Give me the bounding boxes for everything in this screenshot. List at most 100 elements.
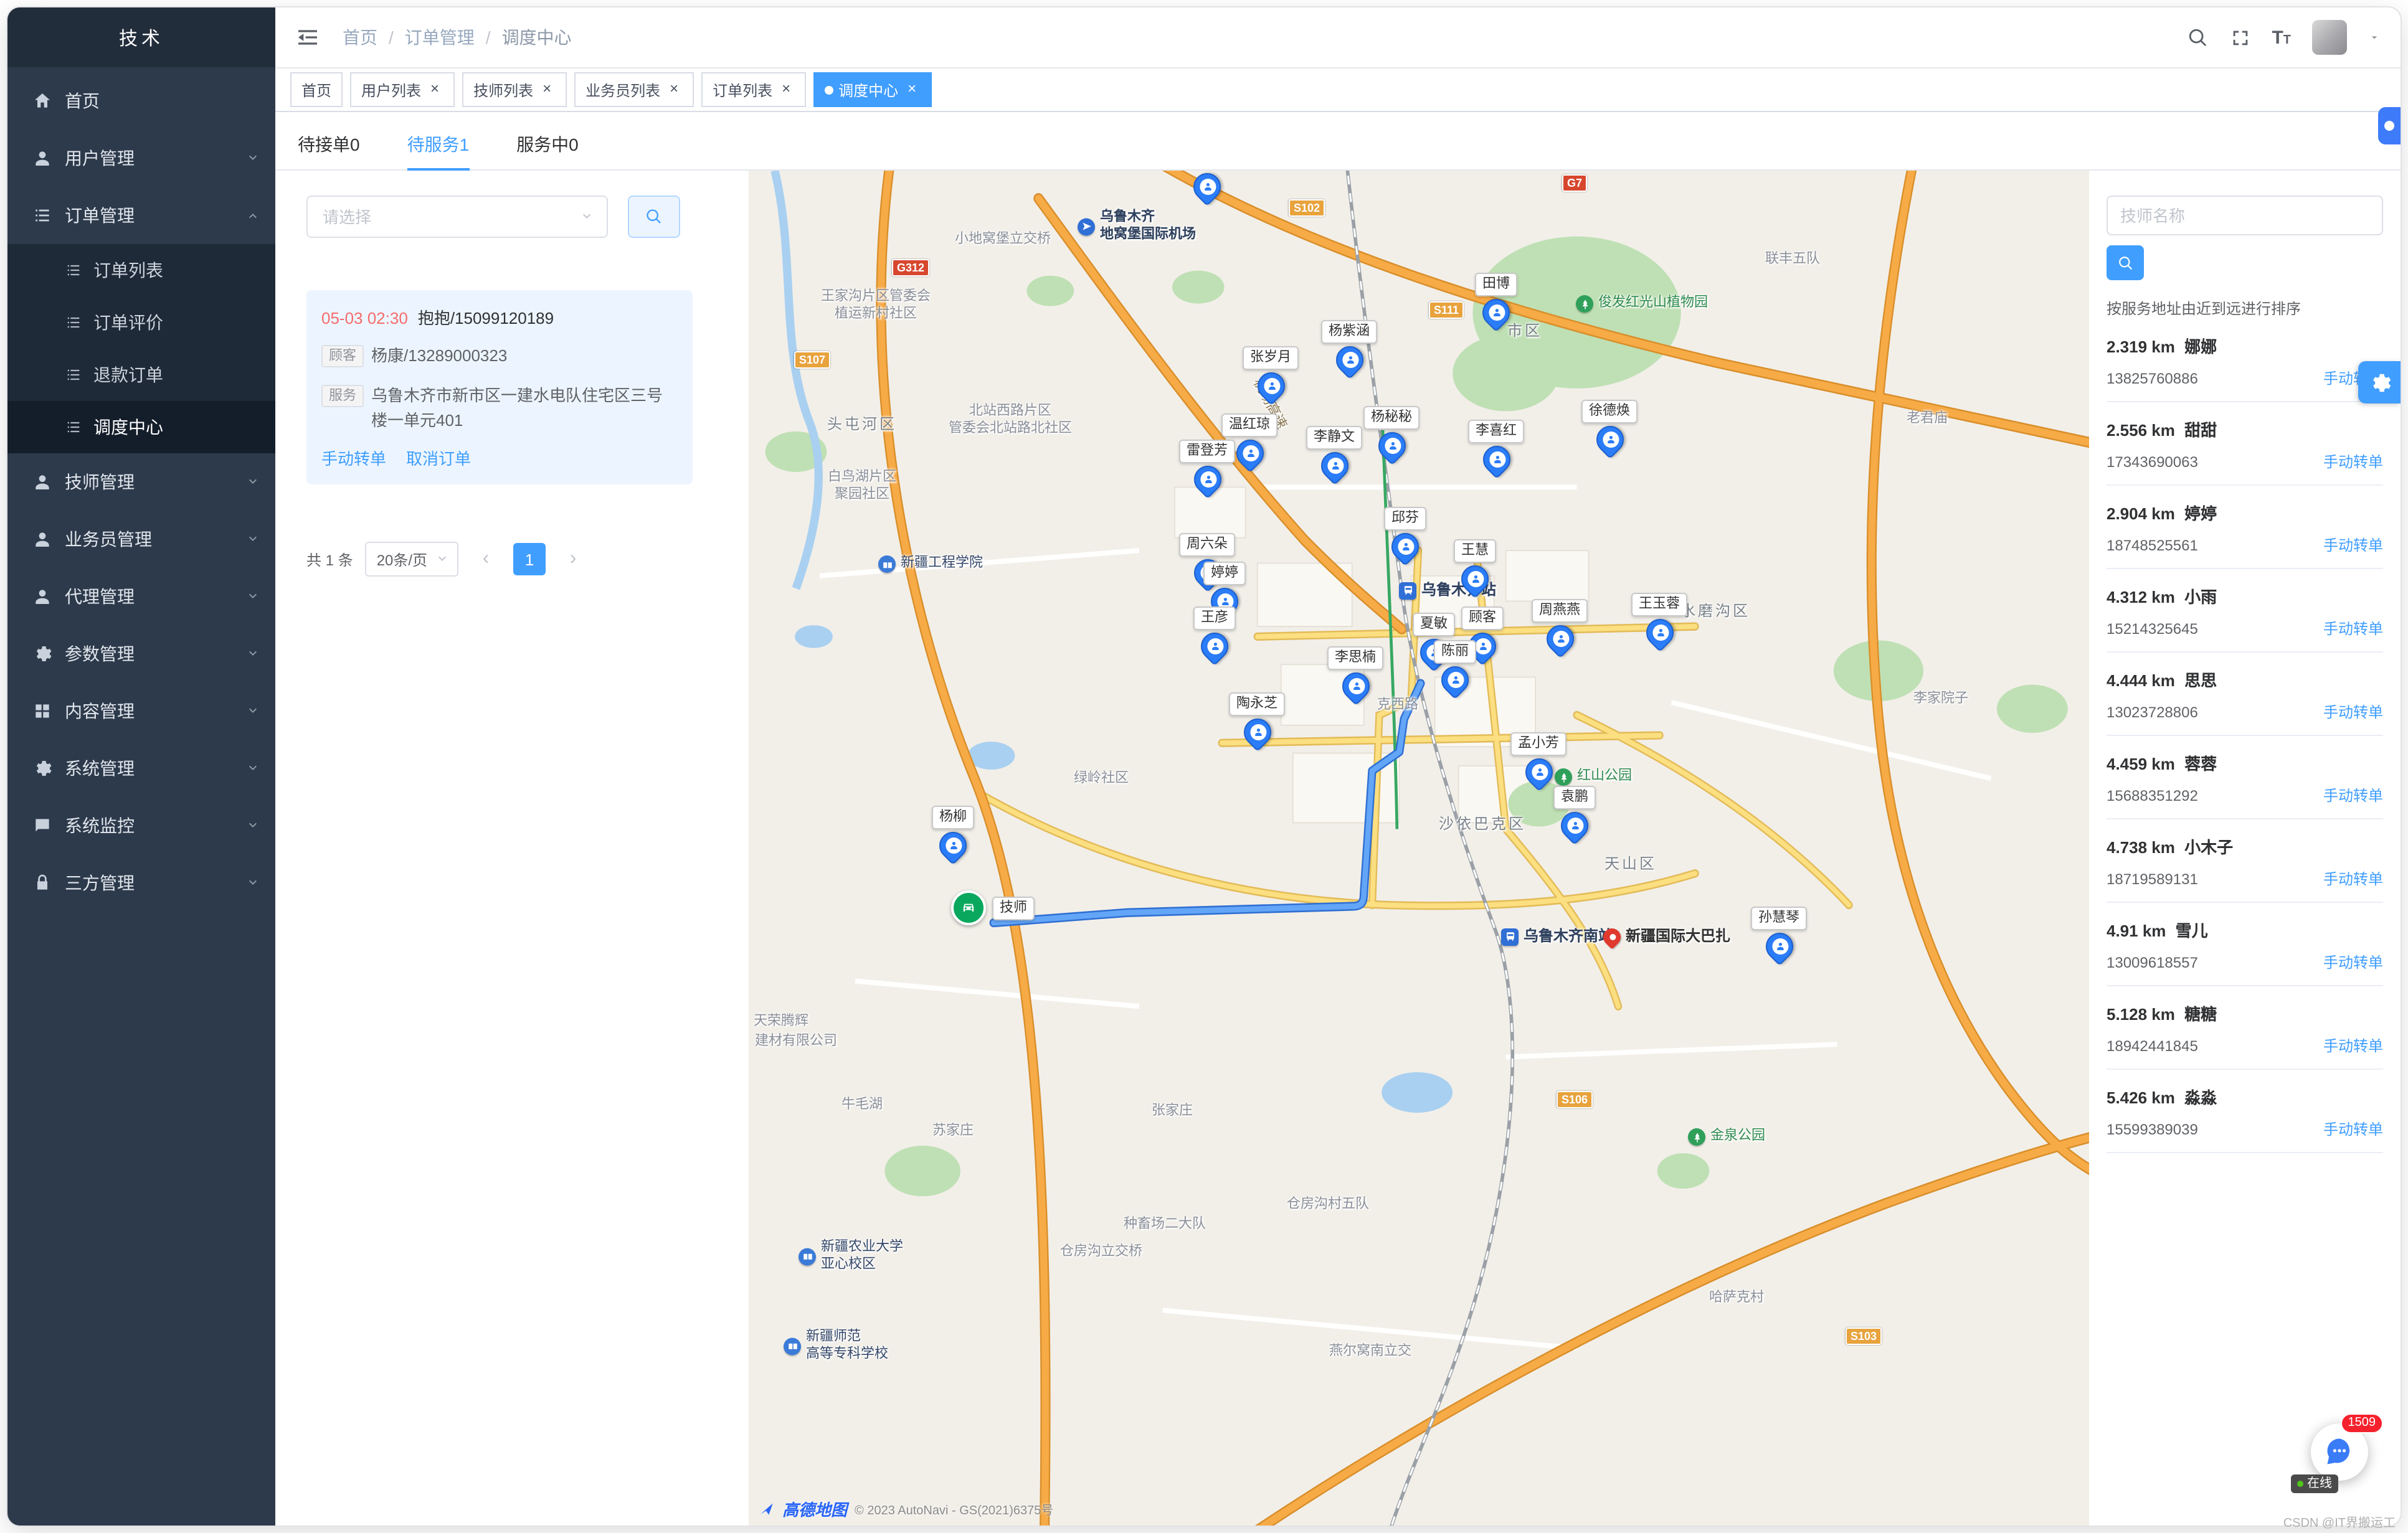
breadcrumb-home[interactable]: 首页 [343,25,377,50]
sidebar-item-system-mgmt[interactable]: 系统管理 [7,740,275,797]
sidebar-item-order-review[interactable]: 订单评价 [7,296,275,349]
person-pin-icon [1315,446,1353,485]
manual-transfer-link[interactable]: 手动转单 [2323,534,2383,555]
pagination-next-button[interactable]: › [558,544,588,576]
technician-marker[interactable]: 徐德焕 [1581,400,1638,453]
tag-close-icon[interactable] [903,81,921,98]
pagination-prev-button[interactable]: ‹ [471,544,501,576]
amap-logo-text: 高德地图 [782,1497,847,1521]
technician-distance: 4.459 km [2107,755,2175,773]
manual-transfer-link[interactable]: 手动转单 [2323,1035,2383,1056]
breadcrumb-order-mgmt[interactable]: 订单管理 [405,25,475,50]
marker-label: 杨紫涵 [1321,320,1377,344]
chevron-down-icon [245,646,260,661]
order-search-button[interactable] [628,196,680,238]
tag-salesman-list[interactable]: 业务员列表 [574,72,694,107]
manual-transfer-link[interactable]: 手动转单 [2323,451,2383,472]
person-pin-icon [1477,293,1515,332]
manual-transfer-link[interactable]: 手动转单 [2323,951,2383,973]
technician-search-field[interactable] [2107,196,2383,235]
technician-search-input[interactable] [2118,205,2372,226]
tab-pending-service[interactable]: 待服务1 [407,120,470,169]
technician-marker[interactable]: 陶永芝 [1229,692,1285,746]
search-icon[interactable] [2187,27,2208,48]
tag-home[interactable]: 首页 [290,72,343,107]
technician-distance: 4.738 km [2107,838,2175,857]
sidebar-item-salesman-mgmt[interactable]: 业务员管理 [7,511,275,568]
order-filter-input[interactable] [320,206,579,227]
technician-name: 婷婷 [2184,504,2217,523]
technician-marker[interactable]: 雷登芳 [1179,440,1235,493]
font-size-icon[interactable]: T [2272,27,2291,48]
sidebar-item-order-mgmt[interactable]: 订单管理 [7,187,275,244]
sidebar-item-agent-mgmt[interactable]: 代理管理 [7,568,275,625]
sidebar-item-order-list[interactable]: 订单列表 [7,244,275,296]
technician-marker[interactable]: 王玉蓉 [1631,593,1687,646]
technician-row: 4.444 km 思思 13023728806 手动转单 [2107,653,2383,736]
fullscreen-icon[interactable] [2229,27,2250,48]
manual-transfer-link[interactable]: 手动转单 [2323,701,2383,722]
page-size-select[interactable]: 20条/页 [366,542,458,577]
technician-phone: 18719589131 [2107,870,2198,887]
manual-transfer-link[interactable]: 手动转单 [2323,785,2383,806]
sidebar-item-user-mgmt[interactable]: 用户管理 [7,130,275,187]
order-submenu: 订单列表 订单评价 退款订单 调度中心 [7,244,275,453]
sidebar-item-technician-mgmt[interactable]: 技师管理 [7,453,275,511]
tab-pending-accept[interactable]: 待接单0 [298,120,360,169]
order-filter-select[interactable] [306,196,608,238]
sidebar-collapse-icon[interactable] [295,25,320,50]
tag-close-icon[interactable] [777,81,795,98]
manual-transfer-link[interactable]: 手动转单 [321,446,386,470]
sidebar-item-thirdparty-mgmt[interactable]: 三方管理 [7,854,275,912]
tag-dispatch-center[interactable]: 调度中心 [813,72,932,107]
technician-marker[interactable]: 王慧 [1454,539,1496,593]
marker-label: 杨秘秘 [1363,406,1420,430]
technician-marker[interactable]: 孙慧琴 [1751,907,1807,960]
person-pin-icon [1640,613,1679,652]
floating-widget[interactable] [2378,107,2401,144]
technician-marker[interactable]: 李思楠 [1327,646,1383,700]
sidebar-item-dispatch-center[interactable]: 调度中心 [7,401,275,453]
technician-marker[interactable]: 孟小芳 [1510,732,1567,786]
technician-marker[interactable]: 杨紫涵 [1321,320,1377,374]
settings-fab[interactable] [2358,361,2401,403]
chat-widget[interactable]: 1509 在线 [2311,1423,2368,1481]
tag-close-icon[interactable] [665,81,683,98]
home-icon [32,91,52,111]
tag-order-list[interactable]: 订单列表 [701,72,806,107]
tag-user-list[interactable]: 用户列表 [350,72,455,107]
manual-transfer-link[interactable]: 手动转单 [2323,868,2383,889]
sidebar-item-param-mgmt[interactable]: 参数管理 [7,625,275,682]
technician-marker[interactable]: 王彦 [1193,606,1236,660]
manual-transfer-link[interactable]: 手动转单 [2323,618,2383,639]
sidebar-item-home[interactable]: 首页 [7,72,275,130]
pagination-page-1[interactable]: 1 [513,544,546,576]
active-technician-marker[interactable]: 技师 [951,890,1035,925]
sidebar-item-refund-order[interactable]: 退款订单 [7,349,275,401]
technician-marker[interactable]: 张岁月 [1243,346,1299,400]
technician-marker[interactable] [1193,171,1221,200]
technician-search-button[interactable] [2107,245,2144,280]
technician-marker[interactable]: 周燕燕 [1532,599,1588,653]
tag-technician-list[interactable]: 技师列表 [462,72,567,107]
technician-marker[interactable]: 陈丽 [1434,640,1476,694]
technician-marker[interactable]: 李喜红 [1468,420,1524,473]
dispatch-map[interactable]: 小地窝堡立交桥 联丰五队 市区 老君庙 王家沟片区管委会 植运新村社区 头屯 [749,171,2089,1526]
sidebar-item-system-monitor[interactable]: 系统监控 [7,797,275,854]
cancel-order-link[interactable]: 取消订单 [406,446,471,470]
manual-transfer-link[interactable]: 手动转单 [2323,1118,2383,1139]
avatar-caret-icon[interactable] [2368,31,2381,44]
user-icon [32,529,52,549]
tag-close-icon[interactable] [538,81,556,98]
technician-marker[interactable]: 李静文 [1306,426,1362,479]
tab-in-service[interactable]: 服务中0 [516,120,579,169]
technician-marker[interactable]: 杨秘秘 [1363,406,1420,460]
technician-marker[interactable]: 袁鹏 [1553,786,1596,839]
order-title: 抱抱/15099120189 [418,309,554,328]
technician-marker[interactable]: 邱芬 [1384,507,1426,560]
technician-marker[interactable]: 田博 [1475,273,1517,326]
technician-marker[interactable]: 杨柳 [932,806,974,859]
tag-close-icon[interactable] [426,81,443,98]
avatar[interactable] [2312,20,2347,55]
sidebar-item-content-mgmt[interactable]: 内容管理 [7,682,275,740]
